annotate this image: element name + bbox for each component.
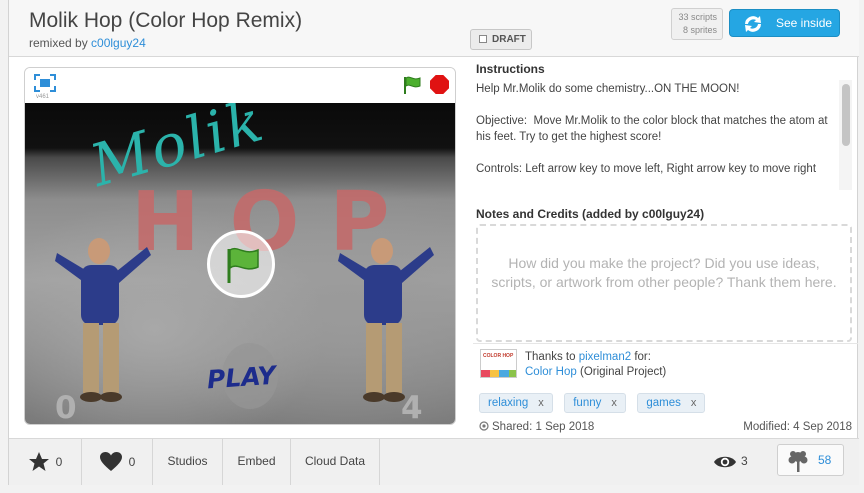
draft-button[interactable]: DRAFT xyxy=(470,29,532,50)
score-left: 0 xyxy=(55,390,77,425)
project-info-panel: Instructions Help Mr.Molik do some chemi… xyxy=(473,57,858,437)
instructions-paragraph: Controls: Left arrow key to move left, R… xyxy=(476,163,817,175)
cloud-data-button[interactable]: Cloud Data xyxy=(291,439,380,485)
green-flag-icon xyxy=(227,247,259,283)
mr-molik-sprite-left xyxy=(55,238,151,402)
embed-button[interactable]: Embed xyxy=(223,439,291,485)
tag-label[interactable]: games xyxy=(646,397,681,409)
project-page: Molik Hop (Color Hop Remix) remixed by c… xyxy=(8,0,859,485)
project-player: v461 Molik HOP PLAY 0 4 xyxy=(24,67,456,425)
draft-checkbox-icon[interactable] xyxy=(479,35,487,43)
see-inside-button[interactable]: See inside xyxy=(729,9,840,37)
scripts-count: 33 scripts xyxy=(678,12,717,22)
tag-list: relaxing x funny x games x xyxy=(479,393,712,413)
original-project-link[interactable]: Color Hop xyxy=(525,366,577,378)
star-icon xyxy=(28,452,49,472)
favorite-count: 0 xyxy=(55,454,63,469)
tag-item[interactable]: games x xyxy=(637,393,706,413)
tag-label[interactable]: relaxing xyxy=(488,397,528,409)
love-button[interactable]: 0 xyxy=(82,439,153,485)
player-controls: v461 xyxy=(25,68,455,100)
original-author-link[interactable]: pixelman2 xyxy=(579,351,631,363)
tag-item[interactable]: relaxing x xyxy=(479,393,553,413)
remove-tag-icon[interactable]: x xyxy=(538,397,544,409)
shared-date-text: Shared: 1 Sep 2018 xyxy=(492,421,595,433)
mr-molik-sprite-right xyxy=(338,238,434,402)
original-project-thumbnail[interactable]: COLOR HOP xyxy=(480,349,517,378)
tag-item[interactable]: funny x xyxy=(564,393,626,413)
shared-date: Shared: 1 Sep 2018 xyxy=(479,421,594,433)
instructions-text[interactable]: Help Mr.Molik do some chemistry...ON THE… xyxy=(476,81,836,189)
remix-count: 58 xyxy=(818,453,832,467)
instructions-heading: Instructions xyxy=(476,62,545,76)
remix-credit: remixed by c00lguy24 xyxy=(29,36,146,50)
eye-icon xyxy=(714,456,736,468)
player-version: v461 xyxy=(36,94,50,100)
remix-credit-row: COLOR HOP Thanks to pixelman2 for: Color… xyxy=(473,343,858,383)
view-count-value: 3 xyxy=(741,454,748,468)
stage-scene: Molik HOP PLAY 0 4 xyxy=(25,103,455,425)
stage-play-text: PLAY xyxy=(206,360,277,395)
start-overlay-button[interactable] xyxy=(207,230,275,298)
remixed-by-label: remixed by xyxy=(29,36,88,50)
remixer-link[interactable]: c00lguy24 xyxy=(91,36,146,50)
fullscreen-icon[interactable] xyxy=(34,74,56,92)
sprites-count: 8 sprites xyxy=(682,25,717,35)
original-project-label: (Original Project) xyxy=(579,366,667,378)
thanks-suffix: for: xyxy=(634,351,651,363)
tag-label[interactable]: funny xyxy=(573,397,601,409)
stop-sign-icon[interactable] xyxy=(430,75,449,94)
project-title[interactable]: Molik Hop (Color Hop Remix) xyxy=(29,9,302,33)
favorite-button[interactable]: 0 xyxy=(9,439,82,485)
see-inside-icon xyxy=(745,16,761,32)
instructions-scroll-thumb[interactable] xyxy=(842,84,850,146)
see-inside-label: See inside xyxy=(776,16,833,30)
heart-icon xyxy=(99,452,122,472)
script-sprite-counts: 33 scripts 8 sprites xyxy=(671,8,723,40)
thanks-prefix: Thanks to xyxy=(525,351,576,363)
instructions-paragraph: Help Mr.Molik do some chemistry...ON THE… xyxy=(476,83,740,95)
draft-label: DRAFT xyxy=(492,34,526,45)
remix-credit-text: Thanks to pixelman2 for: Color Hop (Orig… xyxy=(525,350,666,380)
notes-heading: Notes and Credits (added by c00lguy24) xyxy=(476,207,705,221)
remix-tree-icon xyxy=(788,451,808,472)
remove-tag-icon[interactable]: x xyxy=(611,397,617,409)
remix-tree-button[interactable]: 58 xyxy=(777,444,844,476)
instructions-paragraph: Objective: Move Mr.Molik to the color bl… xyxy=(476,115,831,143)
score-right: 4 xyxy=(401,390,423,425)
view-count: 3 xyxy=(713,448,748,474)
green-flag-icon[interactable] xyxy=(402,75,422,95)
love-count: 0 xyxy=(128,454,136,469)
modified-date: Modified: 4 Sep 2018 xyxy=(743,421,852,433)
project-header: Molik Hop (Color Hop Remix) remixed by c… xyxy=(9,0,859,57)
notes-and-credits-field[interactable]: How did you make the project? Did you us… xyxy=(476,224,852,342)
shared-icon xyxy=(479,421,489,431)
project-footer: 0 0 Studios Embed Cloud Data 3 58 xyxy=(9,438,859,485)
original-thumb-label: COLOR HOP xyxy=(483,353,514,359)
project-stage[interactable]: Molik HOP PLAY 0 4 xyxy=(25,103,455,425)
remove-tag-icon[interactable]: x xyxy=(691,397,697,409)
studios-button[interactable]: Studios xyxy=(153,439,223,485)
